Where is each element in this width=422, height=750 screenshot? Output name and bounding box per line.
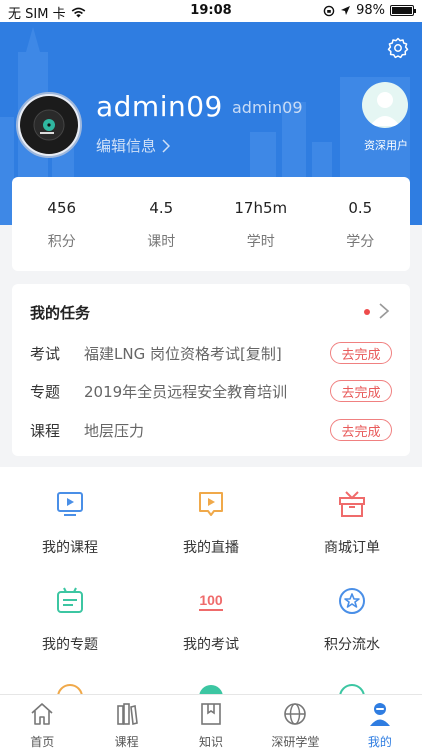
unread-dot — [364, 309, 370, 315]
stat-value: 456 — [47, 199, 77, 217]
task-name: 福建LNG 岗位资格考试[复制] — [84, 344, 282, 363]
username: admin09 — [96, 90, 223, 123]
person-icon — [369, 703, 390, 726]
tab-home[interactable]: 首页 — [0, 695, 84, 750]
stat-class-hours[interactable]: 4.5 课时 — [112, 177, 212, 271]
avatar-image — [20, 96, 78, 154]
tab-label: 深研学堂 — [271, 735, 320, 749]
tab-knowledge[interactable]: 知识 — [169, 695, 253, 750]
edit-info-label: 编辑信息 — [96, 137, 157, 155]
tab-label: 首页 — [30, 735, 55, 749]
grid-my-exams[interactable]: 100 我的考试 — [141, 584, 281, 674]
star-badge-icon — [339, 588, 365, 614]
globe-icon — [284, 703, 307, 725]
battery-fill — [392, 7, 412, 14]
tab-label: 知识 — [199, 735, 224, 749]
status-right: 98% — [323, 3, 416, 18]
gift-icon — [339, 491, 365, 517]
battery-percent: 98% — [356, 3, 385, 18]
bottom-tab-bar: 首页 课程 知识 深研学堂 我的 — [0, 694, 422, 750]
settings-gear-icon[interactable] — [386, 36, 410, 60]
task-name: 地层压力 — [84, 421, 145, 440]
grid-label: 我的考试 — [183, 637, 239, 653]
stat-label: 学时 — [246, 234, 275, 250]
task-row[interactable]: 专题 2019年全员远程安全教育培训 去完成 — [30, 379, 392, 403]
feature-grid: 我的课程 我的直播 商城订单 我的专题 100 我的考试 积分流水 — [0, 467, 422, 697]
complete-task-button[interactable]: 去完成 — [330, 380, 392, 402]
stat-value: 17h5m — [234, 199, 288, 217]
tasks-title: 我的任务 — [30, 304, 91, 322]
stat-label: 积分 — [47, 234, 76, 250]
tab-label: 我的 — [367, 735, 392, 749]
grid-points-history[interactable]: 积分流水 — [282, 584, 422, 674]
status-bar: 无 SIM 卡 19:08 98% — [0, 0, 422, 22]
grid-label: 积分流水 — [324, 637, 380, 653]
grid-my-courses[interactable]: 我的课程 — [0, 487, 140, 577]
grid-my-live[interactable]: 我的直播 — [141, 487, 281, 577]
tab-label: 课程 — [114, 735, 139, 749]
tab-courses[interactable]: 课程 — [84, 695, 168, 750]
task-type: 课程 — [30, 421, 61, 440]
rotation-lock-icon — [323, 5, 335, 16]
svg-text:100: 100 — [199, 592, 223, 608]
user-avatar[interactable] — [16, 92, 82, 158]
stat-study-time[interactable]: 17h5m 学时 — [211, 177, 311, 271]
play-icon — [57, 492, 83, 516]
battery-icon — [390, 5, 416, 16]
exam-100-icon: 100 — [199, 592, 223, 611]
grid-shop-orders[interactable]: 商城订单 — [282, 487, 422, 577]
role-label: 资深用户 — [364, 139, 408, 152]
complete-task-button[interactable]: 去完成 — [330, 342, 392, 364]
grid-label: 我的专题 — [42, 637, 98, 653]
task-name: 2019年全员远程安全教育培训 — [84, 382, 288, 401]
chevron-right-icon[interactable] — [378, 302, 390, 320]
task-type: 考试 — [30, 344, 61, 363]
chevron-right-icon — [162, 138, 171, 153]
complete-task-button[interactable]: 去完成 — [330, 419, 392, 441]
user-silhouette-icon — [370, 92, 400, 126]
stat-label: 学分 — [346, 234, 375, 250]
stat-value: 0.5 — [348, 199, 373, 217]
books-icon — [116, 703, 138, 725]
home-icon — [31, 703, 53, 725]
role-avatar[interactable] — [362, 82, 408, 128]
task-row[interactable]: 考试 福建LNG 岗位资格考试[复制] 去完成 — [30, 341, 392, 365]
record-player-icon — [33, 109, 65, 141]
grid-label: 商城订单 — [324, 540, 380, 556]
stat-credits[interactable]: 0.5 学分 — [311, 177, 411, 271]
task-type: 专题 — [30, 382, 61, 401]
stat-label: 课时 — [147, 234, 176, 250]
my-tasks-card: 我的任务 考试 福建LNG 岗位资格考试[复制] 去完成 专题 2019年全员远… — [12, 284, 410, 456]
tab-research-academy[interactable]: 深研学堂 — [253, 695, 337, 750]
grid-label: 我的直播 — [183, 540, 239, 556]
edit-info-link[interactable]: 编辑信息 — [96, 135, 171, 156]
book-icon — [201, 703, 221, 725]
grid-label: 我的课程 — [42, 540, 98, 556]
task-row[interactable]: 课程 地层压力 去完成 — [30, 418, 392, 442]
tab-mine[interactable]: 我的 — [338, 695, 422, 750]
live-icon — [199, 492, 223, 516]
username-secondary: admin09 — [232, 98, 303, 117]
stat-value: 4.5 — [149, 199, 174, 217]
stats-card: 456 积分 4.5 课时 17h5m 学时 0.5 学分 — [12, 177, 410, 271]
stat-points[interactable]: 456 积分 — [12, 177, 112, 271]
topic-icon — [57, 587, 83, 613]
location-icon — [341, 6, 351, 15]
grid-my-topics[interactable]: 我的专题 — [0, 584, 140, 674]
